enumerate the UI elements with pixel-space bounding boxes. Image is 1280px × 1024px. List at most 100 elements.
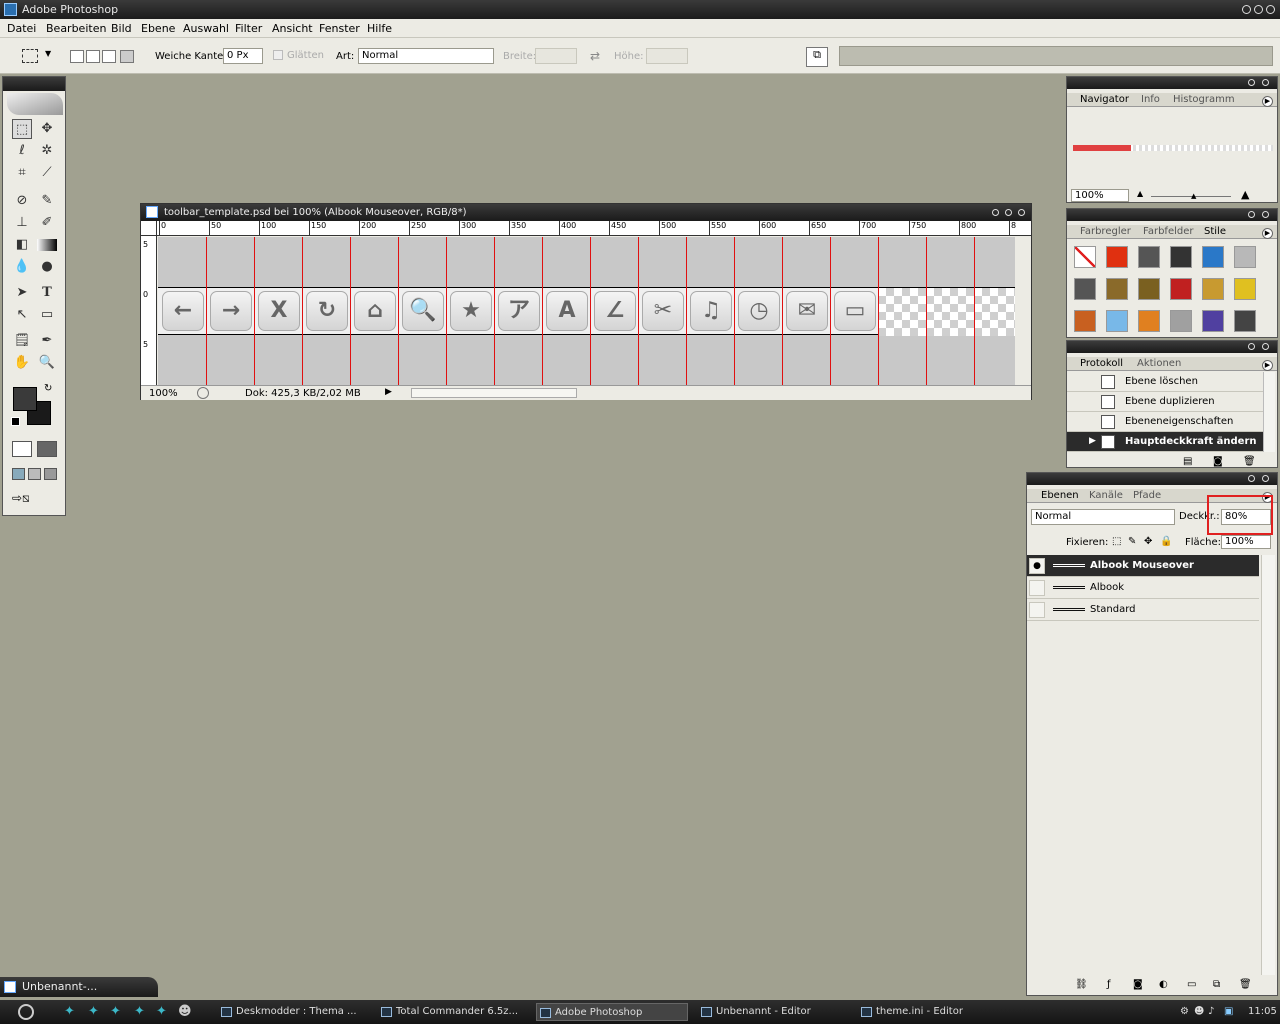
style-swatch[interactable]: [1138, 246, 1160, 268]
quicklaunch-icon[interactable]: ✦: [156, 1005, 170, 1019]
palette-well-icon[interactable]: ⧉: [806, 47, 828, 67]
tab-actions[interactable]: Aktionen: [1137, 358, 1181, 369]
tab-styles[interactable]: Stile: [1204, 226, 1226, 237]
path-select-icon[interactable]: ➤: [12, 283, 32, 303]
layer-style-icon[interactable]: ƒ: [1107, 979, 1111, 990]
panel-minimize-button[interactable]: [1248, 475, 1255, 482]
quicklaunch-icon[interactable]: ✦: [88, 1005, 102, 1019]
tray-icon[interactable]: ☻: [1194, 1006, 1204, 1017]
tab-info[interactable]: Info: [1141, 94, 1160, 105]
quickmask-mode-button[interactable]: [37, 441, 57, 457]
doc-zoom-value[interactable]: 100%: [149, 388, 178, 399]
doc-minimize-button[interactable]: [992, 209, 999, 216]
history-item[interactable]: Ebene löschen: [1067, 372, 1263, 392]
subtract-selection-button[interactable]: [102, 50, 116, 63]
layer-row[interactable]: Albook: [1027, 577, 1259, 599]
palette-well[interactable]: [839, 46, 1273, 66]
tab-histogram[interactable]: Histogramm: [1173, 94, 1235, 105]
style-swatch[interactable]: [1202, 246, 1224, 268]
new-layer-icon[interactable]: ⧉: [1213, 979, 1220, 990]
blend-mode-select[interactable]: Normal: [1031, 509, 1175, 525]
visibility-toggle[interactable]: [1029, 580, 1045, 596]
new-selection-button[interactable]: [70, 50, 84, 63]
tab-swatches[interactable]: Farbfelder: [1143, 226, 1193, 237]
panel-minimize-button[interactable]: [1248, 211, 1255, 218]
type-tool-icon[interactable]: T: [37, 283, 57, 303]
lock-pixels-icon[interactable]: ✎: [1128, 536, 1136, 547]
visibility-toggle[interactable]: [1029, 602, 1045, 618]
taskbar-item[interactable]: Total Commander 6.5z...: [378, 1003, 528, 1021]
eye-icon[interactable]: ●: [1029, 558, 1045, 574]
crop-tool-icon[interactable]: ⌗: [12, 163, 32, 183]
chevron-down-icon[interactable]: ▼: [45, 49, 51, 58]
gradient-tool-icon[interactable]: [37, 239, 57, 251]
screen-mode-menu[interactable]: [28, 468, 41, 480]
eyedropper-icon[interactable]: ✒: [37, 331, 57, 351]
delete-layer-icon[interactable]: 🗑: [1239, 979, 1252, 990]
style-swatch[interactable]: [1138, 278, 1160, 300]
adjustment-layer-icon[interactable]: ◐: [1159, 979, 1168, 990]
taskbar-item[interactable]: Unbenannt - Editor: [698, 1003, 848, 1021]
layer-row[interactable]: Standard: [1027, 599, 1259, 621]
quicklaunch-icon[interactable]: ✦: [110, 1005, 124, 1019]
menu-filter[interactable]: Filter: [235, 22, 262, 35]
horizontal-scrollbar[interactable]: [411, 388, 577, 398]
add-selection-button[interactable]: [86, 50, 100, 63]
antialias-checkbox[interactable]: [273, 50, 283, 60]
panel-menu-button[interactable]: ▶: [1262, 228, 1273, 239]
style-swatch[interactable]: [1202, 310, 1224, 332]
brush-tool-icon[interactable]: ✎: [37, 191, 57, 211]
style-swatch[interactable]: [1106, 310, 1128, 332]
status-menu-icon[interactable]: [197, 387, 209, 399]
navigator-preview[interactable]: [1073, 145, 1273, 151]
tab-layers[interactable]: Ebenen: [1041, 490, 1079, 501]
tray-icon[interactable]: ♪: [1208, 1006, 1214, 1017]
quicklaunch-icon[interactable]: ✦: [134, 1005, 148, 1019]
screen-mode-standard[interactable]: [12, 468, 25, 480]
close-button[interactable]: [1266, 5, 1275, 14]
fill-field[interactable]: 100%: [1221, 535, 1271, 549]
zoom-out-icon[interactable]: ▲: [1137, 189, 1143, 198]
style-swatch[interactable]: [1170, 278, 1192, 300]
layer-row[interactable]: ● Albook Mouseover: [1027, 555, 1259, 577]
style-swatch[interactable]: [1234, 278, 1256, 300]
zoom-tool-icon[interactable]: 🔍: [37, 353, 57, 373]
menu-bearbeiten[interactable]: Bearbeiten: [46, 22, 106, 35]
screen-mode-full[interactable]: [44, 468, 57, 480]
stamp-tool-icon[interactable]: ⊥: [12, 213, 32, 233]
menu-datei[interactable]: Datei: [7, 22, 36, 35]
marquee-tool-preset-icon[interactable]: [22, 49, 38, 63]
history-item[interactable]: Ebeneneigenschaften: [1067, 412, 1263, 432]
zoom-slider-thumb[interactable]: ▲: [1191, 192, 1196, 200]
panel-minimize-button[interactable]: [1248, 79, 1255, 86]
trash-icon[interactable]: 🗑: [1243, 456, 1256, 467]
navigator-view-box[interactable]: [1073, 145, 1131, 151]
tab-color[interactable]: Farbregler: [1080, 226, 1131, 237]
style-swatch[interactable]: [1170, 246, 1192, 268]
image-canvas[interactable]: ← → X ↻ ⌂ 🔍 ★ ア A ∠ ✂ ♫ ◷ ✉ ▭: [158, 237, 1015, 385]
panel-close-button[interactable]: [1262, 343, 1269, 350]
maximize-button[interactable]: [1254, 5, 1263, 14]
style-swatch[interactable]: [1138, 310, 1160, 332]
quicklaunch-icon[interactable]: ☻: [178, 1005, 192, 1019]
panel-close-button[interactable]: [1262, 211, 1269, 218]
style-select[interactable]: Normal: [358, 48, 494, 64]
swap-icon[interactable]: ⇄: [590, 49, 600, 63]
standard-mode-button[interactable]: [12, 441, 32, 457]
quicklaunch-icon[interactable]: ✦: [64, 1005, 78, 1019]
style-swatch[interactable]: [1170, 310, 1192, 332]
style-swatch[interactable]: [1106, 278, 1128, 300]
minimized-document[interactable]: Unbenannt-...: [0, 977, 158, 997]
panel-close-button[interactable]: [1262, 475, 1269, 482]
style-swatch[interactable]: [1234, 246, 1256, 268]
history-brush-icon[interactable]: ✐: [37, 213, 57, 233]
menu-bild[interactable]: Bild: [111, 22, 132, 35]
lasso-tool-icon[interactable]: ℓ: [12, 141, 32, 161]
panel-menu-button[interactable]: ▶: [1262, 96, 1273, 107]
taskbar-item[interactable]: Deskmodder : Thema ...: [218, 1003, 368, 1021]
style-swatch[interactable]: [1074, 278, 1096, 300]
swap-colors-icon[interactable]: ↻: [44, 383, 52, 394]
menu-auswahl[interactable]: Auswahl: [183, 22, 229, 35]
height-field[interactable]: [646, 48, 688, 64]
default-colors-icon[interactable]: [11, 417, 20, 426]
